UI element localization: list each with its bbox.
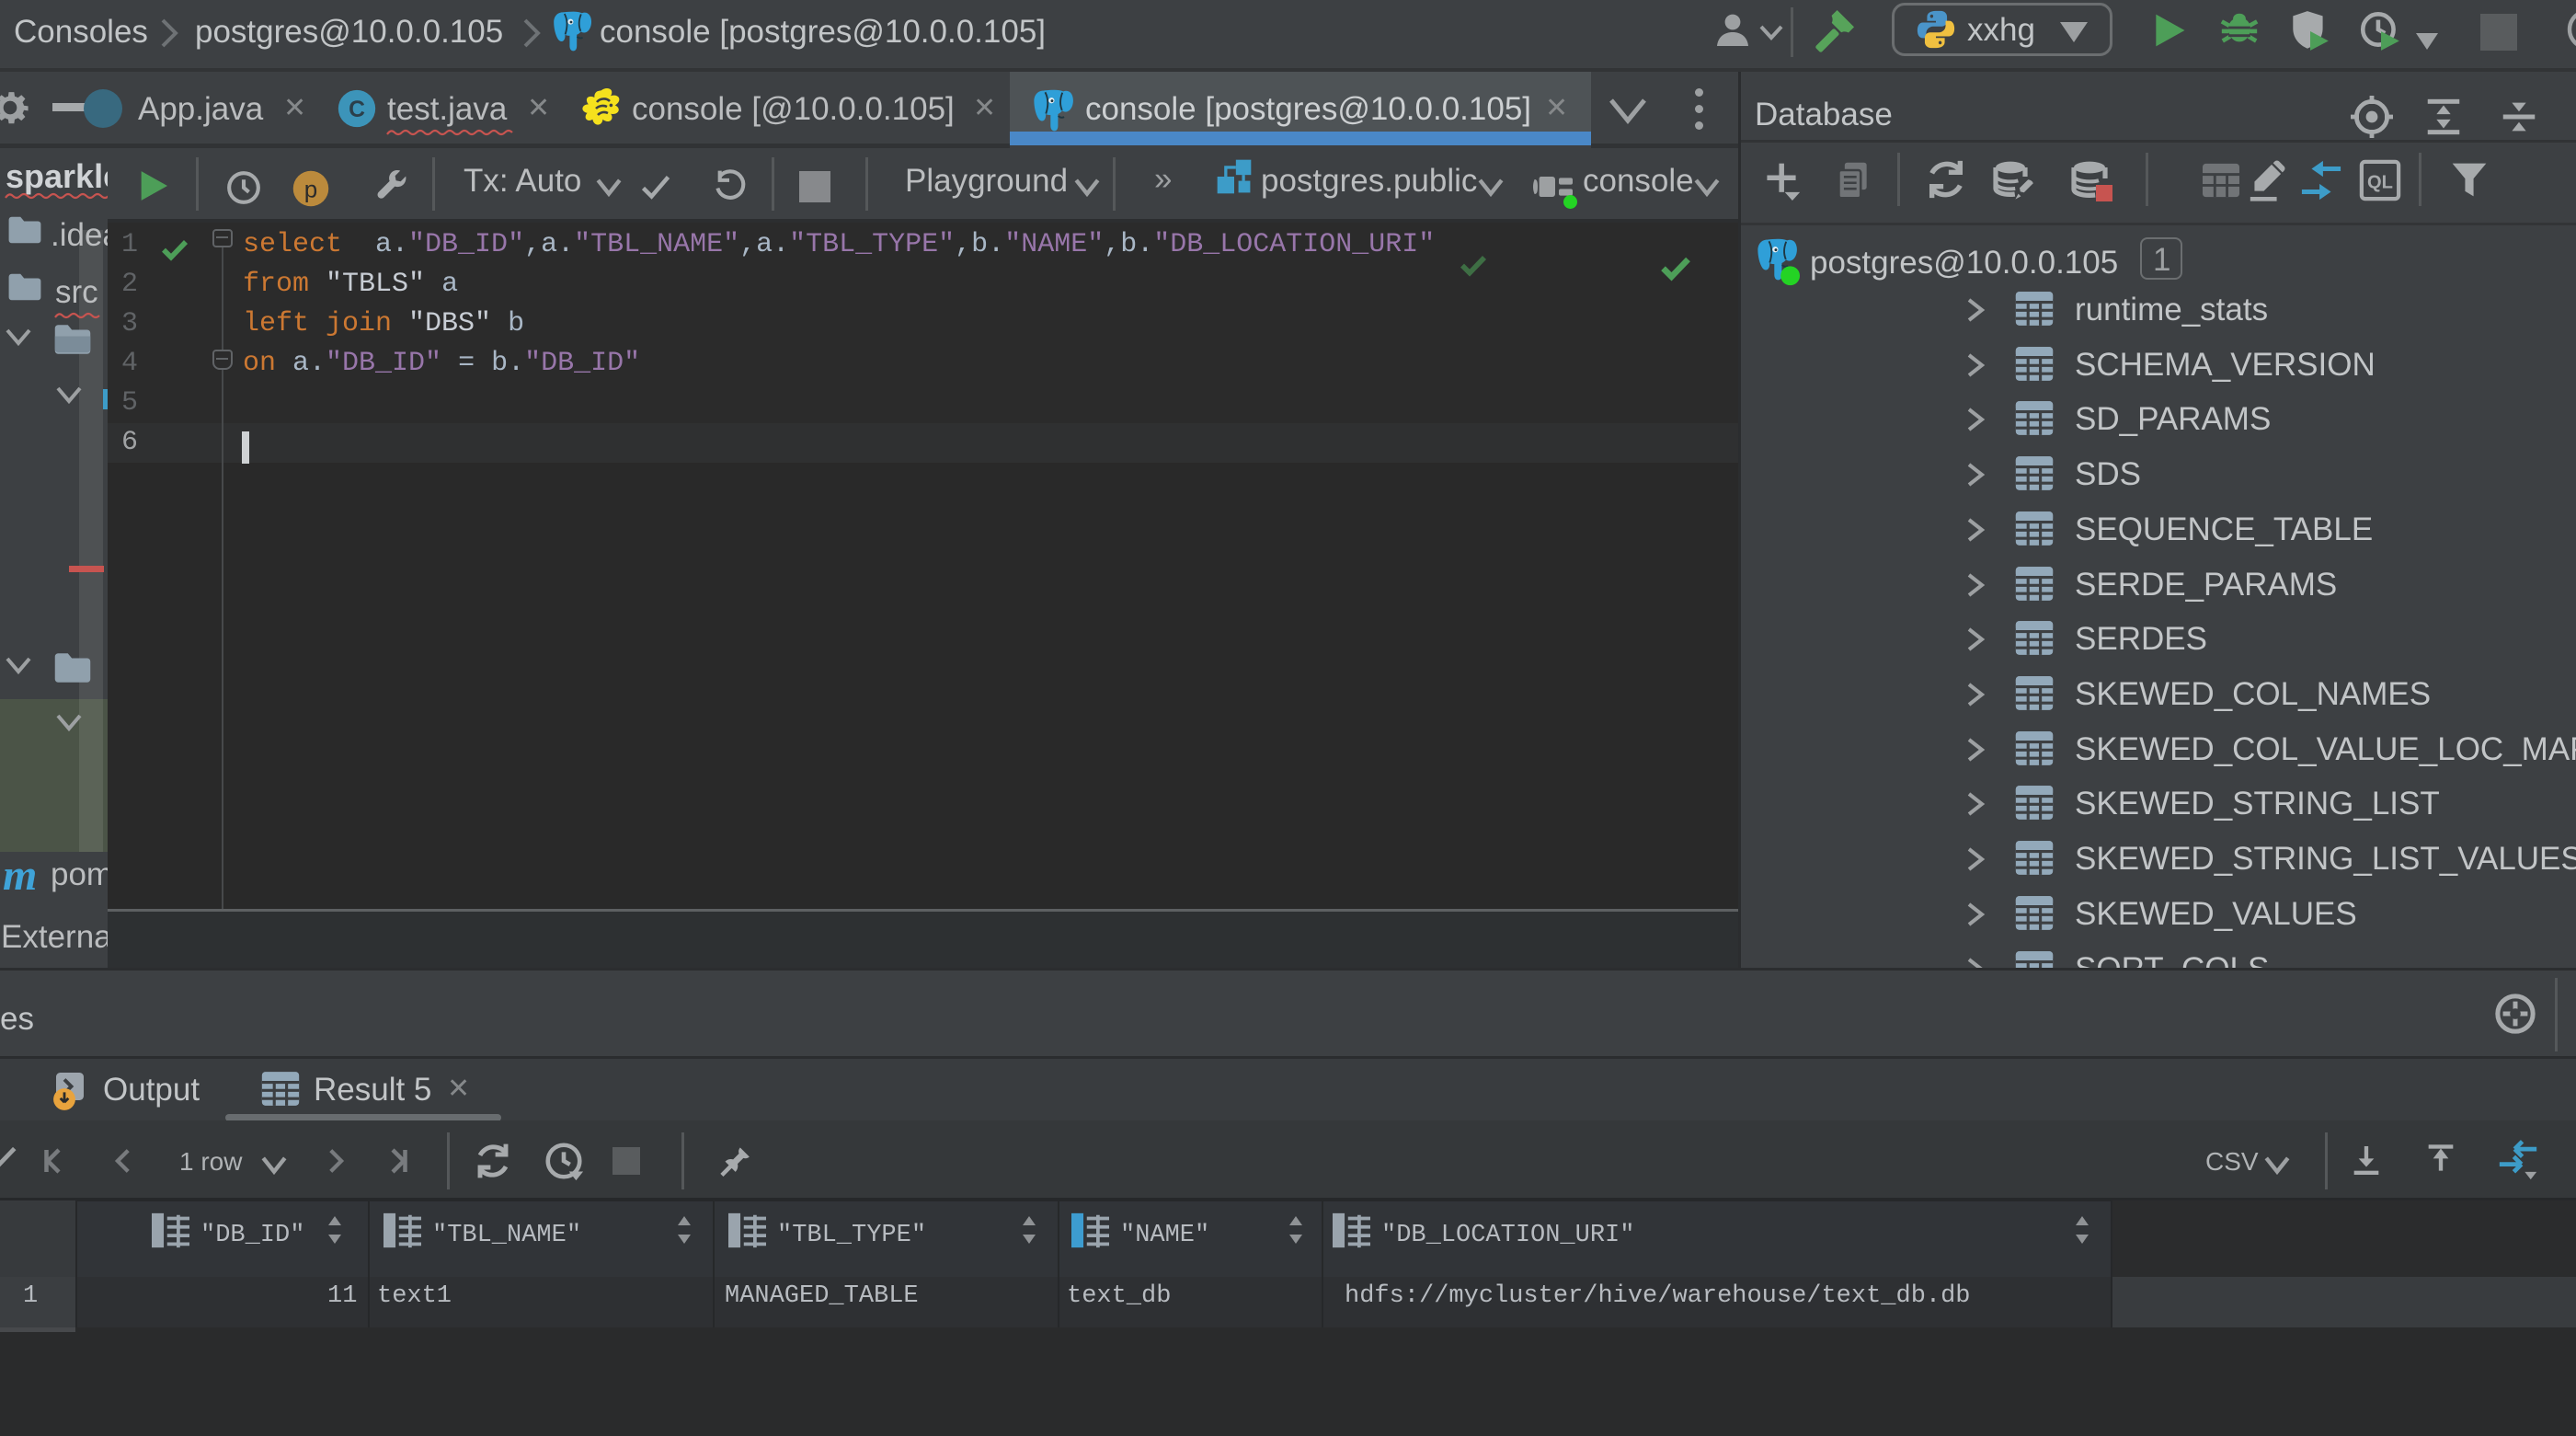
svg-text:C: C bbox=[349, 98, 365, 122]
svg-text:p: p bbox=[303, 178, 318, 205]
svg-text:QL: QL bbox=[2367, 173, 2393, 193]
